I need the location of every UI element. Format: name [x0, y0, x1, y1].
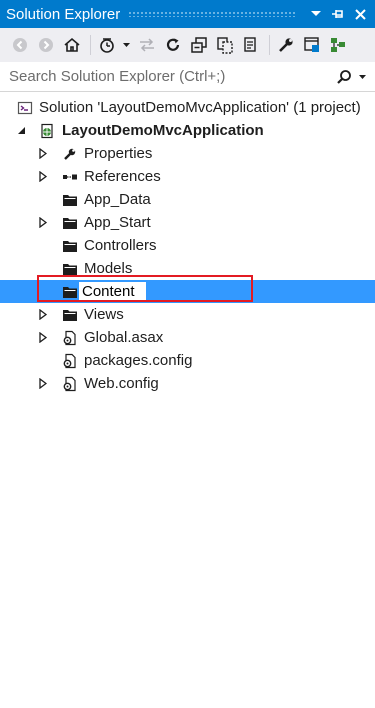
- copy-web-project-icon[interactable]: [239, 33, 263, 57]
- pin-icon[interactable]: [327, 3, 349, 25]
- titlebar-grip[interactable]: [128, 11, 297, 17]
- folder-icon: [62, 215, 78, 231]
- expand-arrow-icon[interactable]: [37, 378, 49, 390]
- tree-item-label: Controllers: [84, 237, 157, 254]
- toolbar-separator: [90, 35, 91, 55]
- tree-row-controllers[interactable]: Controllers: [0, 234, 375, 257]
- tree-item-label: App_Data: [84, 191, 151, 208]
- forward-icon[interactable]: [34, 33, 58, 57]
- preview-selected-items-icon[interactable]: [300, 33, 324, 57]
- folder-icon: [62, 238, 78, 254]
- toolbar: [0, 28, 375, 62]
- annotation-highlight-box: [37, 275, 253, 302]
- properties-wrench-icon[interactable]: [274, 33, 298, 57]
- tree-row-web-config[interactable]: Web.config: [0, 372, 375, 395]
- tree-row-references[interactable]: References: [0, 165, 375, 188]
- tree-item-label: App_Start: [84, 214, 151, 231]
- collapse-all-icon[interactable]: [187, 33, 211, 57]
- expand-arrow-icon[interactable]: [37, 217, 49, 229]
- sync-with-active-document-icon[interactable]: [135, 33, 159, 57]
- class-diagram-icon[interactable]: [326, 33, 350, 57]
- expand-arrow-icon[interactable]: [37, 171, 49, 183]
- tree-item-label: Web.config: [84, 375, 159, 392]
- solution-label: Solution 'LayoutDemoMvcApplication' (1 p…: [39, 99, 361, 116]
- show-all-files-icon[interactable]: [213, 33, 237, 57]
- close-icon[interactable]: [349, 3, 371, 25]
- tree-row-app-data[interactable]: App_Data: [0, 188, 375, 211]
- home-icon[interactable]: [60, 33, 84, 57]
- solution-tree: Solution 'LayoutDemoMvcApplication' (1 p…: [0, 96, 375, 395]
- search-input[interactable]: [0, 67, 333, 86]
- config-file-icon: [62, 376, 78, 392]
- pending-changes-filter-icon[interactable]: [95, 33, 119, 57]
- wrench-icon: [62, 146, 78, 162]
- panel-title: Solution Explorer: [6, 5, 121, 23]
- tree-row-app-start[interactable]: App_Start: [0, 211, 375, 234]
- config-file-icon: [62, 353, 78, 369]
- tool-window-titlebar[interactable]: Solution Explorer: [0, 0, 375, 28]
- tree-row-global-asax[interactable]: Global.asax: [0, 326, 375, 349]
- references-icon: [62, 169, 78, 185]
- expand-arrow-icon[interactable]: [37, 309, 49, 321]
- tree-item-label: Views: [84, 306, 124, 323]
- filter-dropdown-icon[interactable]: [121, 33, 131, 57]
- tree-item-label: packages.config: [84, 352, 193, 369]
- search-bar: [0, 62, 375, 92]
- folder-icon: [62, 192, 78, 208]
- tree-item-label: Properties: [84, 145, 153, 162]
- search-icon[interactable]: [333, 66, 355, 88]
- collapse-arrow-icon[interactable]: [15, 125, 27, 137]
- tree-item-label: References: [84, 168, 161, 185]
- tree-item-label: Global.asax: [84, 329, 164, 346]
- web-project-icon: [39, 123, 55, 139]
- solution-icon: [17, 100, 33, 116]
- expand-arrow-icon[interactable]: [37, 148, 49, 160]
- tree-row-properties[interactable]: Properties: [0, 142, 375, 165]
- config-file-icon: [62, 330, 78, 346]
- search-options-dropdown-icon[interactable]: [355, 66, 369, 88]
- tree-row-views[interactable]: Views: [0, 303, 375, 326]
- window-position-dropdown-icon[interactable]: [305, 3, 327, 25]
- tree-row-packages-config[interactable]: packages.config: [0, 349, 375, 372]
- tree-row-solution[interactable]: Solution 'LayoutDemoMvcApplication' (1 p…: [0, 96, 375, 119]
- toolbar-separator: [269, 35, 270, 55]
- refresh-icon[interactable]: [161, 33, 185, 57]
- expand-arrow-icon[interactable]: [37, 332, 49, 344]
- back-icon[interactable]: [8, 33, 32, 57]
- project-label: LayoutDemoMvcApplication: [62, 122, 264, 139]
- tree-row-project[interactable]: LayoutDemoMvcApplication: [0, 119, 375, 142]
- folder-icon: [62, 307, 78, 323]
